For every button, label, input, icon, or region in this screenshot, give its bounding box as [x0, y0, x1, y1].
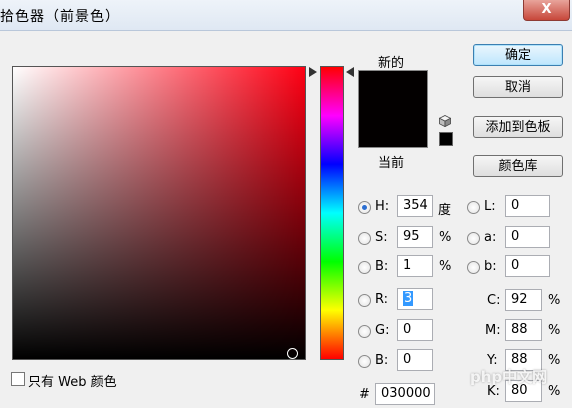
cyan-unit: %	[548, 293, 561, 308]
color-field-cursor[interactable]	[287, 348, 298, 359]
web-colors-only-checkbox[interactable]	[11, 372, 25, 386]
brightness-label: B:	[375, 259, 389, 274]
title-bar: 拾色器（前景色） X	[0, 0, 572, 31]
magenta-label: M:	[485, 323, 501, 338]
hue-slider-right-arrow-icon[interactable]	[346, 67, 354, 77]
web-colors-only-label: 只有 Web 颜色	[28, 375, 117, 390]
saturation-unit: %	[439, 230, 452, 245]
new-color-label: 新的	[378, 56, 405, 71]
lab-l-radio[interactable]	[467, 201, 480, 214]
red-input[interactable]: 3	[397, 288, 433, 310]
lab-a-label: a:	[484, 230, 497, 245]
lab-b-label: b:	[484, 259, 497, 274]
red-input-value: 3	[403, 291, 414, 306]
current-color-swatch[interactable]	[358, 109, 428, 148]
brightness-input[interactable]: 1	[397, 255, 433, 277]
websafe-color-swatch[interactable]	[439, 132, 453, 146]
lab-b-radio[interactable]	[467, 261, 480, 274]
close-button[interactable]: X	[523, 0, 570, 21]
magenta-unit: %	[548, 323, 561, 338]
lab-l-input[interactable]: 0	[505, 195, 550, 217]
current-color-label: 当前	[378, 156, 405, 171]
saturation-brightness-field[interactable]	[12, 66, 306, 360]
black-unit: %	[548, 384, 561, 399]
dialog-title: 拾色器（前景色）	[0, 9, 120, 25]
saturation-input[interactable]: 95	[397, 226, 433, 248]
saturation-label: S:	[375, 230, 388, 245]
hue-unit: 度	[438, 203, 452, 218]
lab-b-input[interactable]: 0	[505, 255, 550, 277]
green-input[interactable]: 0	[397, 319, 433, 341]
lab-l-label: L:	[484, 199, 496, 214]
hue-label: H:	[375, 199, 390, 214]
red-radio[interactable]	[358, 294, 371, 307]
magenta-input[interactable]: 88	[505, 319, 542, 341]
hue-input[interactable]: 354	[397, 195, 433, 217]
color-libraries-button[interactable]: 颜色库	[473, 155, 563, 177]
hue-slider-left-arrow-icon[interactable]	[309, 67, 317, 77]
blue-label: B:	[375, 353, 389, 368]
watermark: php中文网	[470, 368, 548, 386]
add-to-swatches-button[interactable]: 添加到色板	[473, 116, 563, 138]
hue-slider[interactable]	[320, 66, 344, 360]
brightness-radio[interactable]	[358, 261, 371, 274]
saturation-radio[interactable]	[358, 232, 371, 245]
hue-radio[interactable]	[358, 201, 371, 214]
websafe-cube-icon[interactable]	[439, 115, 451, 127]
hex-label: #	[359, 387, 370, 402]
green-label: G:	[375, 323, 390, 338]
blue-input[interactable]: 0	[397, 349, 433, 371]
ok-button[interactable]: 确定	[473, 44, 563, 66]
red-label: R:	[375, 292, 389, 307]
yellow-unit: %	[548, 353, 561, 368]
cancel-button[interactable]: 取消	[473, 76, 563, 98]
cyan-input[interactable]: 92	[505, 289, 542, 311]
blue-radio[interactable]	[358, 355, 371, 368]
lab-a-input[interactable]: 0	[505, 226, 550, 248]
brightness-unit: %	[439, 259, 452, 274]
color-picker-dialog: 拾色器（前景色） X 新的 当前 确定 取消 添加到色板 颜色库 H: 354 …	[0, 0, 572, 408]
hex-input[interactable]: 030000	[375, 383, 435, 405]
cyan-label: C:	[487, 293, 501, 308]
green-radio[interactable]	[358, 325, 371, 338]
new-color-swatch	[358, 70, 428, 109]
lab-a-radio[interactable]	[467, 232, 480, 245]
